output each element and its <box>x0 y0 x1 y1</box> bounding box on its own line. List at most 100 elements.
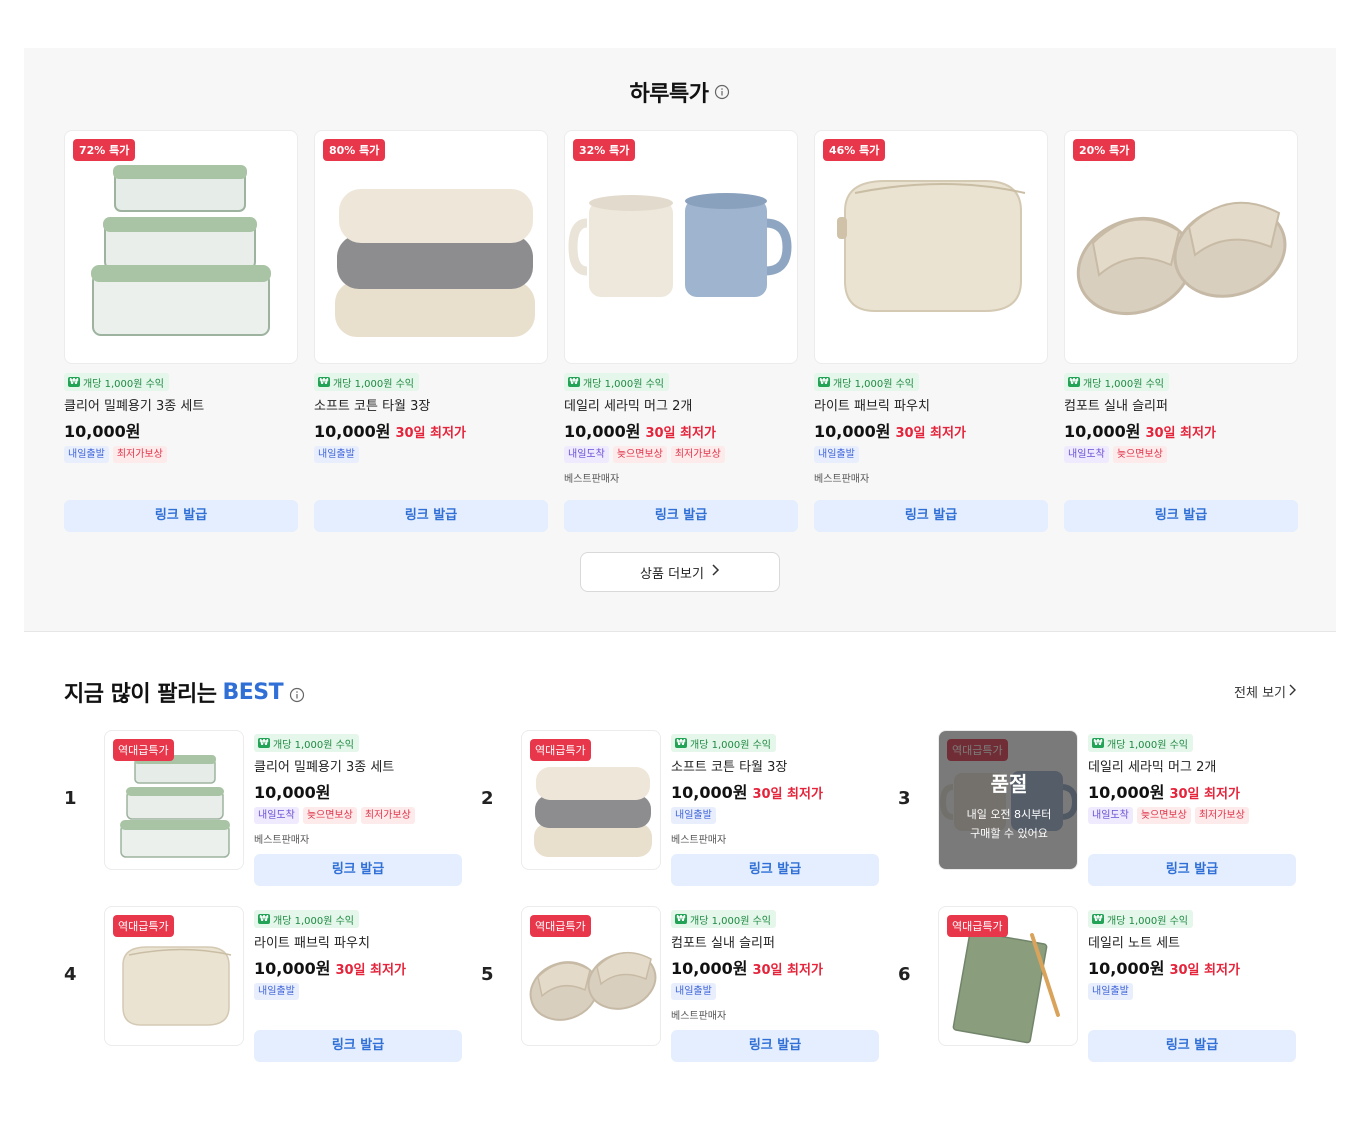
product-image[interactable]: 80% 특가 <box>314 130 548 364</box>
product-name[interactable]: 소프트 코튼 타월 3장 <box>671 756 879 775</box>
product-image[interactable]: 역대급특가 품절 내일 오전 8시부터 구매할 수 있어요 <box>938 730 1078 870</box>
product-name[interactable]: 클리어 밀폐용기 3종 세트 <box>64 395 298 414</box>
product-image[interactable]: 32% 특가 <box>564 130 798 364</box>
product-name[interactable]: 소프트 코튼 타월 3장 <box>314 395 548 414</box>
tag-row: 내일출발 <box>1088 983 1296 1000</box>
won-icon: ₩ <box>1092 914 1104 924</box>
product-name[interactable]: 데일리 세라믹 머그 2개 <box>564 395 798 414</box>
seller-label <box>254 1007 462 1020</box>
tag-row: 내일도착 늦으면보상 최저가보상 <box>564 446 798 463</box>
rank-number: 3 <box>898 788 911 809</box>
product-image[interactable]: 역대급특가 <box>521 906 661 1046</box>
deal-card[interactable]: 80% 특가 ₩ 개당 1,000원 수익 소프트 코튼 타월 3장 10,000… <box>314 130 548 532</box>
issue-link-button[interactable]: 링크 발급 <box>1064 500 1298 532</box>
earn-label: 개당 1,000원 수익 <box>83 378 164 390</box>
product-info: ₩ 개당 1,000원 수익 컴포트 실내 슬리퍼 10,000원 30일 최저가 … <box>671 906 879 1062</box>
price-row: 10,000원 30일 최저가 <box>814 418 1048 441</box>
special-deal-badge: 역대급특가 <box>530 915 591 937</box>
tag: 늦으면보상 <box>612 446 667 463</box>
product-name[interactable]: 라이트 패브릭 파우치 <box>814 395 1048 414</box>
price-row: 10,000원 <box>254 779 462 802</box>
price: 10,000원 <box>671 959 748 978</box>
rank-number: 4 <box>64 964 77 985</box>
view-all-link[interactable]: 전체 보기 <box>1234 682 1296 701</box>
best-item[interactable]: 1 역대급특가 ₩ 개당 1,000원 수익 클리어 밀폐용기 3종 세트 10,… <box>64 730 464 886</box>
price: 10,000원 <box>314 422 391 441</box>
product-name[interactable]: 컴포트 실내 슬리퍼 <box>671 932 879 951</box>
issue-link-button[interactable]: 링크 발급 <box>671 854 879 886</box>
daily-deal-title: 하루특가 <box>629 82 709 107</box>
tag: 최저가보상 <box>360 807 415 824</box>
view-all-label: 전체 보기 <box>1234 686 1286 701</box>
more-products-button[interactable]: 상품 더보기 <box>580 552 780 592</box>
product-name[interactable]: 데일리 세라믹 머그 2개 <box>1088 756 1296 775</box>
daily-deal-list: 72% 특가 ₩ 개당 1,000원 수익 클리어 밀폐용기 3종 세트 10,0… <box>64 130 1298 532</box>
deal-card[interactable]: 20% 특가 ₩ 개당 1,000원 수익 컴포트 실내 슬리퍼 10,000원 3… <box>1064 130 1298 532</box>
earn-label: 개당 1,000원 수익 <box>1107 915 1188 927</box>
price: 10,000원 <box>64 422 141 441</box>
best-item[interactable]: 5 역대급특가 ₩ 개당 1,000원 수익 컴포트 실내 슬리퍼 10,000원… <box>481 906 881 1062</box>
tag: 최저가보상 <box>1194 807 1249 824</box>
issue-link-button[interactable]: 링크 발급 <box>314 500 548 532</box>
tag: 내일출발 <box>254 983 299 1000</box>
issue-link-button[interactable]: 링크 발급 <box>254 1030 462 1062</box>
seller-label: 베스트판매자 <box>254 835 310 846</box>
discount-badge: 72% 특가 <box>73 139 136 161</box>
lowest-price-label: 30일 최저가 <box>895 426 966 441</box>
price-row: 10,000원 30일 최저가 <box>1088 779 1296 802</box>
earn-badge: ₩ 개당 1,000원 수익 <box>254 734 359 752</box>
product-image[interactable]: 역대급특가 <box>938 906 1078 1046</box>
tag: 내일출발 <box>64 446 109 463</box>
earn-badge: ₩ 개당 1,000원 수익 <box>1088 910 1193 928</box>
product-image[interactable]: 역대급특가 <box>104 906 244 1046</box>
info-icon[interactable] <box>289 684 305 703</box>
tag: 내일출발 <box>671 807 716 824</box>
issue-link-button[interactable]: 링크 발급 <box>254 854 462 886</box>
issue-link-button[interactable]: 링크 발급 <box>814 500 1048 532</box>
soldout-line-1: 내일 오전 8시부터 <box>966 807 1052 821</box>
deal-card[interactable]: 32% 특가 ₩ 개당 1,000원 수익 데일리 세라믹 머그 2개 10,00… <box>564 130 798 532</box>
deal-card[interactable]: 72% 특가 ₩ 개당 1,000원 수익 클리어 밀폐용기 3종 세트 10,0… <box>64 130 298 532</box>
product-name[interactable]: 데일리 노트 세트 <box>1088 932 1296 951</box>
seller-label <box>64 470 298 483</box>
price: 10,000원 <box>1088 959 1165 978</box>
issue-link-button[interactable]: 링크 발급 <box>1088 854 1296 886</box>
tag-row: 내일도착 늦으면보상 최저가보상 <box>254 807 462 824</box>
product-info: ₩ 개당 1,000원 수익 데일리 세라믹 머그 2개 10,000원 30일 최… <box>1088 730 1296 886</box>
product-name[interactable]: 라이트 패브릭 파우치 <box>254 932 462 951</box>
product-image[interactable]: 역대급특가 <box>521 730 661 870</box>
earn-badge: ₩ 개당 1,000원 수익 <box>254 910 359 928</box>
seller-label: 베스트판매자 <box>814 474 870 485</box>
best-item[interactable]: 2 역대급특가 ₩ 개당 1,000원 수익 소프트 코튼 타월 3장 10,00… <box>481 730 881 886</box>
product-image[interactable]: 72% 특가 <box>64 130 298 364</box>
special-deal-badge: 역대급특가 <box>113 915 174 937</box>
deal-card[interactable]: 46% 특가 ₩ 개당 1,000원 수익 라이트 패브릭 파우치 10,000원… <box>814 130 1048 532</box>
best-item[interactable]: 3 역대급특가 품절 내일 오전 8시부터 구매할 수 있어요 ₩개당 1,00… <box>898 730 1298 886</box>
product-name[interactable]: 클리어 밀폐용기 3종 세트 <box>254 756 462 775</box>
earn-label: 개당 1,000원 수익 <box>690 739 771 751</box>
won-icon: ₩ <box>818 377 830 387</box>
seller-label: 베스트판매자 <box>564 474 620 485</box>
earn-label: 개당 1,000원 수익 <box>1083 378 1164 390</box>
best-item[interactable]: 4 역대급특가 ₩ 개당 1,000원 수익 라이트 패브릭 파우치 10,000… <box>64 906 464 1062</box>
issue-link-button[interactable]: 링크 발급 <box>671 1030 879 1062</box>
daily-deal-header: 하루특가 <box>24 76 1336 108</box>
rank-number: 1 <box>64 788 77 809</box>
earn-label: 개당 1,000원 수익 <box>690 915 771 927</box>
product-image[interactable]: 역대급특가 <box>104 730 244 870</box>
issue-link-button[interactable]: 링크 발급 <box>64 500 298 532</box>
product-image[interactable]: 46% 특가 <box>814 130 1048 364</box>
lowest-price-label: 30일 최저가 <box>752 963 823 978</box>
best-title-accent: BEST <box>222 679 284 705</box>
best-item[interactable]: 6 역대급특가 ₩ 개당 1,000원 수익 데일리 노트 세트 10,000원 3… <box>898 906 1298 1062</box>
won-icon: ₩ <box>318 377 330 387</box>
lowest-price-label: 30일 최저가 <box>395 426 466 441</box>
issue-link-button[interactable]: 링크 발급 <box>564 500 798 532</box>
product-image[interactable]: 20% 특가 <box>1064 130 1298 364</box>
product-name[interactable]: 컴포트 실내 슬리퍼 <box>1064 395 1298 414</box>
issue-link-button[interactable]: 링크 발급 <box>1088 1030 1296 1062</box>
price: 10,000원 <box>564 422 641 441</box>
info-icon[interactable] <box>714 84 730 100</box>
won-icon: ₩ <box>258 914 270 924</box>
product-info: ₩ 개당 1,000원 수익 라이트 패브릭 파우치 10,000원 30일 최저가… <box>254 906 462 1062</box>
